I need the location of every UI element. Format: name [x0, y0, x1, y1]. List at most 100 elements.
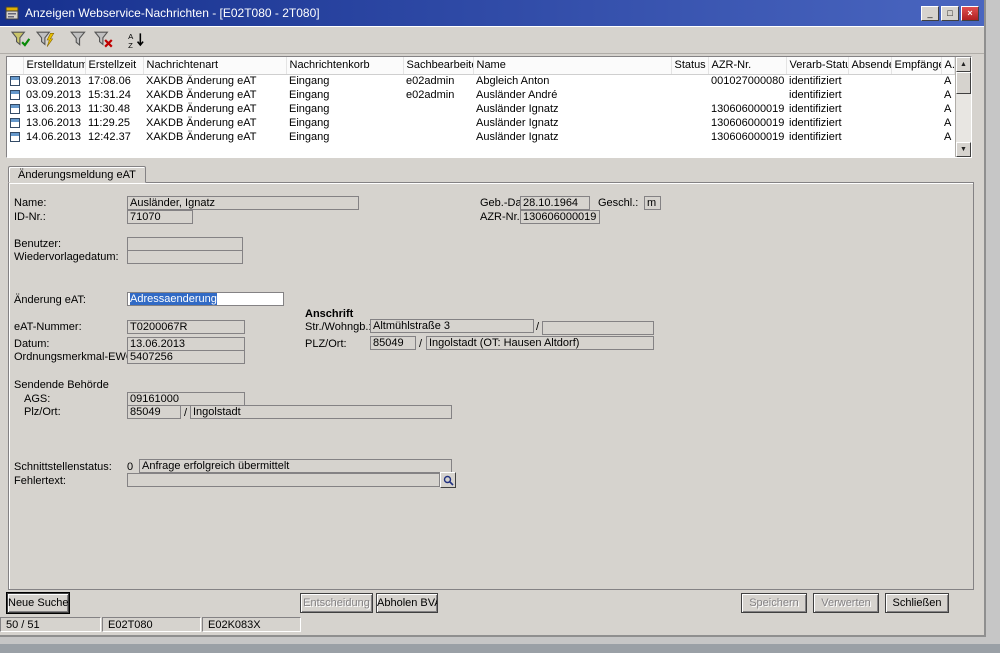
benutzer-field[interactable] — [127, 237, 243, 251]
eat-nummer-label: eAT-Nummer: — [14, 321, 82, 333]
column-azr-nr[interactable]: AZR-Nr. — [708, 57, 786, 74]
table-cell: 12:42.37 — [85, 130, 143, 144]
table-cell: identifiziert — [786, 74, 848, 88]
name-label: Name: — [14, 197, 46, 209]
column-erstellzeit[interactable]: Erstellzeit — [85, 57, 143, 74]
table-cell — [848, 102, 891, 116]
scroll-down-icon[interactable]: ▼ — [956, 142, 971, 157]
slash-separator: / — [184, 407, 187, 419]
datum-field[interactable]: 13.06.2013 — [127, 337, 245, 351]
table-cell: Ausländer Ignatz — [473, 130, 671, 144]
table-cell: XAKDB Änderung eAT — [143, 102, 286, 116]
table-cell: identifiziert — [786, 102, 848, 116]
wiedervorlagedatum-field[interactable] — [127, 250, 243, 264]
benutzer-label: Benutzer: — [14, 238, 61, 250]
table-row[interactable]: 14.06.201312:42.37XAKDB Änderung eATEing… — [7, 130, 955, 144]
table-cell: Ausländer Ignatz — [473, 102, 671, 116]
column-nachrichtenart[interactable]: Nachrichtenart — [143, 57, 286, 74]
table-row[interactable]: 13.06.201311:30.48XAKDB Änderung eATEing… — [7, 102, 955, 116]
abholen-bva-button[interactable]: Abholen BVA — [376, 593, 438, 613]
table-cell: Eingang — [286, 88, 403, 102]
filter-check-icon[interactable] — [8, 29, 33, 51]
plz-ort-label: PLZ/Ort: — [305, 338, 347, 350]
beh-plz-field[interactable]: 85049 — [127, 405, 181, 419]
plz-field[interactable]: 85049 — [370, 336, 416, 350]
selected-text: Adressaenderung — [130, 293, 217, 305]
schnittstellenstatus-code: 0 — [127, 461, 133, 473]
table-cell: A — [941, 88, 955, 102]
schnittstellenstatus-field[interactable]: Anfrage erfolgreich übermittelt — [139, 459, 452, 473]
filter-remove-icon[interactable] — [91, 29, 116, 51]
column-status[interactable]: Status — [671, 57, 708, 74]
scrollbar-thumb[interactable] — [956, 72, 971, 94]
column-sachbearbeiter[interactable]: Sachbearbeiter — [403, 57, 473, 74]
table-cell: A — [941, 130, 955, 144]
fehlertext-lookup-button[interactable] — [440, 472, 456, 488]
maximize-button[interactable]: □ — [941, 6, 959, 21]
svg-text:A: A — [128, 32, 134, 41]
strasse-field[interactable]: Altmühlstraße 3 — [370, 319, 534, 333]
table-cell: XAKDB Änderung eAT — [143, 130, 286, 144]
table-cell: Eingang — [286, 74, 403, 88]
table-cell — [403, 130, 473, 144]
table-cell: 11:29.25 — [85, 116, 143, 130]
geschl-field[interactable]: m — [644, 196, 661, 210]
column-empfaenger[interactable]: Empfänger — [891, 57, 941, 74]
table-row[interactable]: 13.06.201311:29.25XAKDB Änderung eATEing… — [7, 116, 955, 130]
table-cell: Eingang — [286, 102, 403, 116]
message-icon — [7, 116, 23, 130]
strasse-zusatz-field[interactable] — [542, 321, 654, 335]
table-row[interactable]: 03.09.201317:08.06XAKDB Änderung eATEing… — [7, 74, 955, 88]
minimize-button[interactable]: _ — [921, 6, 939, 21]
id-nr-field[interactable]: 71070 — [127, 210, 193, 224]
scroll-up-icon[interactable]: ▲ — [956, 57, 971, 72]
column-verarb-status[interactable]: Verarb-Status — [786, 57, 848, 74]
slash-separator: / — [419, 338, 422, 350]
eat-nummer-field[interactable]: T0200067R — [127, 320, 245, 334]
messages-table: Erstelldatum Erstellzeit Nachrichtenart … — [7, 57, 955, 144]
ort-field[interactable]: Ingolstadt (OT: Hausen Altdorf) — [426, 336, 654, 350]
column-a[interactable]: A... — [941, 57, 955, 74]
table-cell: Ausländer André — [473, 88, 671, 102]
column-erstelldatum[interactable]: Erstelldatum — [23, 57, 85, 74]
azr-nr-field[interactable]: 130606000019 — [520, 210, 600, 224]
table-row[interactable]: 03.09.201315:31.24XAKDB Änderung eATEing… — [7, 88, 955, 102]
fehlertext-field[interactable] — [127, 473, 440, 487]
table-cell — [671, 88, 708, 102]
ordnungsmerkmal-field[interactable]: 5407256 — [127, 350, 245, 364]
window-icon — [5, 6, 19, 20]
statusbar-code2: E02K083X — [202, 617, 301, 632]
column-nachrichtenkorb[interactable]: Nachrichtenkorb — [286, 57, 403, 74]
table-cell: XAKDB Änderung eAT — [143, 116, 286, 130]
table-cell — [891, 88, 941, 102]
grid-vertical-scrollbar[interactable]: ▲ ▼ — [955, 57, 971, 157]
datum-label: Datum: — [14, 338, 49, 350]
schliessen-button[interactable]: Schließen — [885, 593, 949, 613]
toolbar: A Z — [0, 26, 984, 54]
statusbar-count: 50 / 51 — [0, 617, 101, 632]
close-button[interactable]: × — [961, 6, 979, 21]
sort-az-icon[interactable]: A Z — [124, 29, 149, 51]
column-absender[interactable]: Absender — [848, 57, 891, 74]
name-field[interactable]: Ausländer, Ignatz — [127, 196, 359, 210]
aenderung-eat-field[interactable]: Adressaenderung — [127, 292, 284, 306]
plz-ort2-label: Plz/Ort: — [24, 406, 61, 418]
table-cell: 17:08.06 — [85, 74, 143, 88]
beh-ort-field[interactable]: Ingolstadt — [190, 405, 452, 419]
table-cell — [671, 116, 708, 130]
verwerten-button: Verwerten — [813, 593, 879, 613]
table-cell — [848, 88, 891, 102]
tab-aenderungsmeldung-eat[interactable]: Änderungsmeldung eAT — [8, 166, 146, 183]
message-icon — [7, 88, 23, 102]
azr-nr-label: AZR-Nr.: — [480, 211, 523, 223]
geb-dat-field[interactable]: 28.10.1964 — [520, 196, 590, 210]
table-cell — [848, 116, 891, 130]
wiedervorlagedatum-label: Wiedervorlagedatum: — [14, 251, 119, 263]
ordnungsmerkmal-label: Ordnungsmerkmal-EWO: — [14, 351, 137, 363]
titlebar[interactable]: Anzeigen Webservice-Nachrichten - [E02T0… — [0, 0, 984, 26]
filter-lightning-icon[interactable] — [33, 29, 58, 51]
neue-suche-button[interactable]: Neue Suche — [7, 593, 69, 613]
ags-field[interactable]: 09161000 — [127, 392, 245, 406]
filter-icon[interactable] — [66, 29, 91, 51]
column-name[interactable]: Name — [473, 57, 671, 74]
